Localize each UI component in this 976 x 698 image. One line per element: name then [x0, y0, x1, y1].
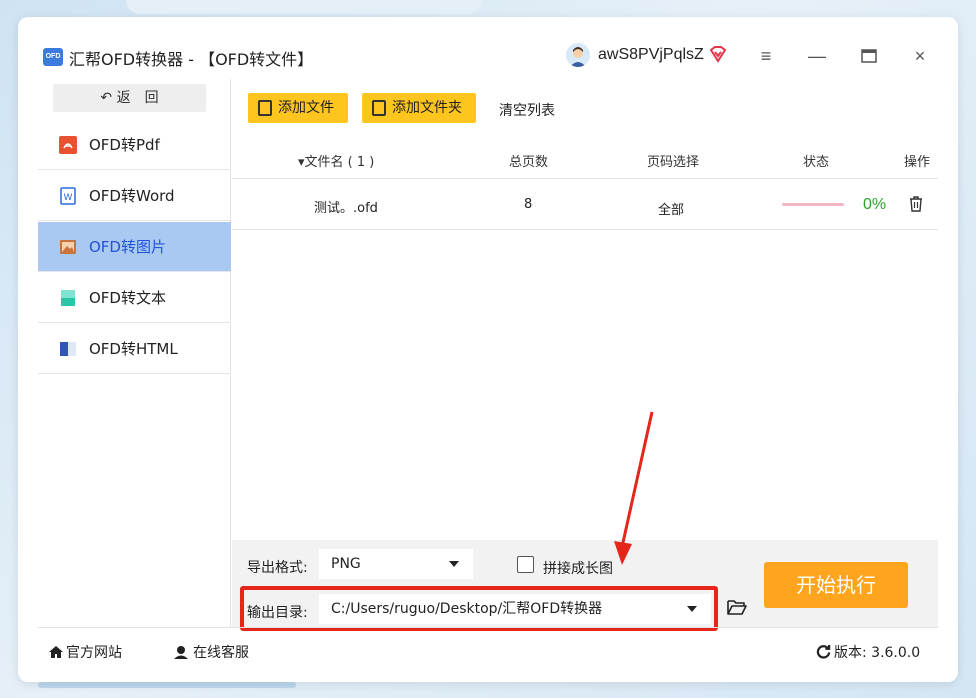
online-support-link[interactable]: 在线客服 — [173, 642, 249, 663]
divider — [38, 627, 938, 628]
app-window: OFD 汇帮OFD转换器 - 【OFD转文件】 awS8PVjPqlsZ ≡ —… — [18, 17, 958, 682]
add-file-icon — [258, 100, 272, 116]
app-logo-icon: OFD — [43, 48, 63, 66]
page-select-cell[interactable]: 全部 — [658, 199, 684, 218]
highlight-box — [240, 586, 718, 631]
folder-open-icon[interactable] — [727, 599, 747, 615]
text-file-icon — [59, 289, 77, 307]
add-folder-icon — [372, 100, 386, 116]
add-folder-button[interactable]: 添加文件夹 — [362, 93, 476, 123]
sidebar-item-label: OFD转Word — [89, 187, 175, 205]
progress-bar — [782, 203, 844, 206]
delete-icon[interactable] — [908, 195, 924, 213]
column-header-page-select: 页码选择 — [647, 155, 700, 170]
column-header-status: 状态 — [803, 155, 830, 170]
start-button[interactable]: 开始执行 — [764, 562, 908, 608]
maximize-button[interactable] — [856, 43, 882, 69]
html-icon — [59, 340, 77, 358]
divider — [232, 229, 938, 230]
stitch-label[interactable]: 拼接成长图 — [543, 558, 613, 578]
user-avatar[interactable] — [566, 43, 590, 67]
column-header-action: 操作 — [904, 155, 931, 170]
sidebar-item-ofd-to-text[interactable]: OFD转文本 — [38, 273, 231, 323]
add-file-label: 添加文件 — [278, 100, 334, 116]
background-decoration — [38, 682, 296, 688]
format-label: 导出格式: — [247, 560, 308, 576]
menu-button[interactable]: ≡ — [753, 43, 779, 69]
title-bar: OFD 汇帮OFD转换器 - 【OFD转文件】 awS8PVjPqlsZ ≡ —… — [18, 17, 958, 79]
background-decoration — [126, 0, 482, 14]
stitch-checkbox[interactable] — [517, 556, 534, 573]
username[interactable]: awS8PVjPqlsZ — [598, 46, 704, 64]
sidebar-item-ofd-to-pdf[interactable]: OFD转Pdf — [38, 120, 231, 170]
sidebar-item-label: OFD转文本 — [89, 289, 166, 307]
official-website-link[interactable]: 官方网站 — [48, 642, 122, 663]
image-icon — [59, 238, 77, 256]
column-header-pages: 总页数 — [509, 155, 549, 170]
column-header-filename[interactable]: ▾文件名 ( 1 ) — [298, 151, 374, 170]
support-label: 在线客服 — [193, 645, 249, 661]
clear-list-button[interactable]: 清空列表 — [499, 100, 555, 120]
chevron-down-icon — [449, 561, 459, 567]
home-icon — [48, 645, 64, 663]
refresh-icon — [816, 644, 831, 663]
svg-text:W: W — [64, 193, 73, 203]
close-button[interactable]: × — [907, 43, 933, 69]
version-info[interactable]: 版本: 3.6.0.0 — [816, 642, 920, 663]
pdf-icon — [59, 135, 77, 154]
sidebar-item-ofd-to-word[interactable]: W OFD转Word — [38, 171, 231, 221]
version-label: 版本: 3.6.0.0 — [834, 645, 921, 661]
website-label: 官方网站 — [66, 645, 122, 661]
page-count-cell: 8 — [524, 197, 533, 212]
format-select[interactable]: PNG — [319, 549, 473, 579]
minimize-button[interactable]: — — [804, 43, 830, 69]
support-icon — [173, 645, 189, 663]
sidebar: ↶ 返 回 OFD转Pdf W OFD转Word OFD转图片 OFD转文本 O… — [38, 79, 231, 627]
progress-percent: 0% — [863, 196, 887, 213]
sidebar-item-ofd-to-html[interactable]: OFD转HTML — [38, 324, 231, 374]
sidebar-item-label: OFD转Pdf — [89, 136, 160, 154]
file-name-cell: 测试。.ofd — [314, 201, 378, 216]
sidebar-item-ofd-to-image[interactable]: OFD转图片 — [38, 222, 231, 272]
divider — [232, 178, 938, 179]
add-file-button[interactable]: 添加文件 — [248, 93, 348, 123]
add-folder-label: 添加文件夹 — [392, 100, 462, 116]
sidebar-item-label: OFD转HTML — [89, 340, 178, 358]
vip-badge-icon[interactable] — [708, 44, 728, 64]
word-icon: W — [59, 186, 77, 205]
sidebar-item-label: OFD转图片 — [89, 238, 166, 256]
format-value: PNG — [331, 556, 361, 572]
back-button[interactable]: ↶ 返 回 — [53, 84, 206, 112]
window-title: 汇帮OFD转换器 - 【OFD转文件】 — [69, 50, 314, 69]
